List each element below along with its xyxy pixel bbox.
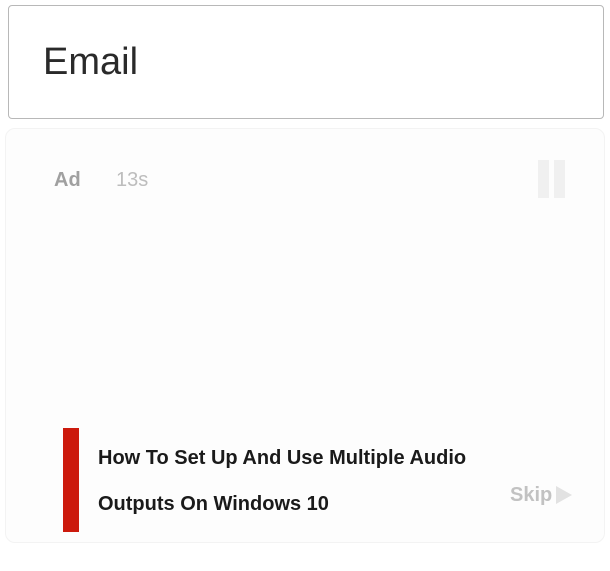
ad-countdown: 13s <box>116 169 149 191</box>
pause-icon <box>538 160 549 198</box>
skip-button[interactable]: Skip <box>510 482 573 508</box>
ad-video-title[interactable]: How To Set Up And Use Multiple Audio Out… <box>98 435 538 527</box>
skip-label: Skip <box>510 483 553 506</box>
title-accent-bar <box>63 428 79 532</box>
play-arrow-icon <box>556 486 573 504</box>
email-field[interactable] <box>8 5 604 119</box>
ad-badge: Ad <box>54 169 81 191</box>
pause-button[interactable] <box>536 160 566 198</box>
video-ad-player[interactable]: Ad 13s How To Set Up And Use Multiple Au… <box>5 128 605 543</box>
